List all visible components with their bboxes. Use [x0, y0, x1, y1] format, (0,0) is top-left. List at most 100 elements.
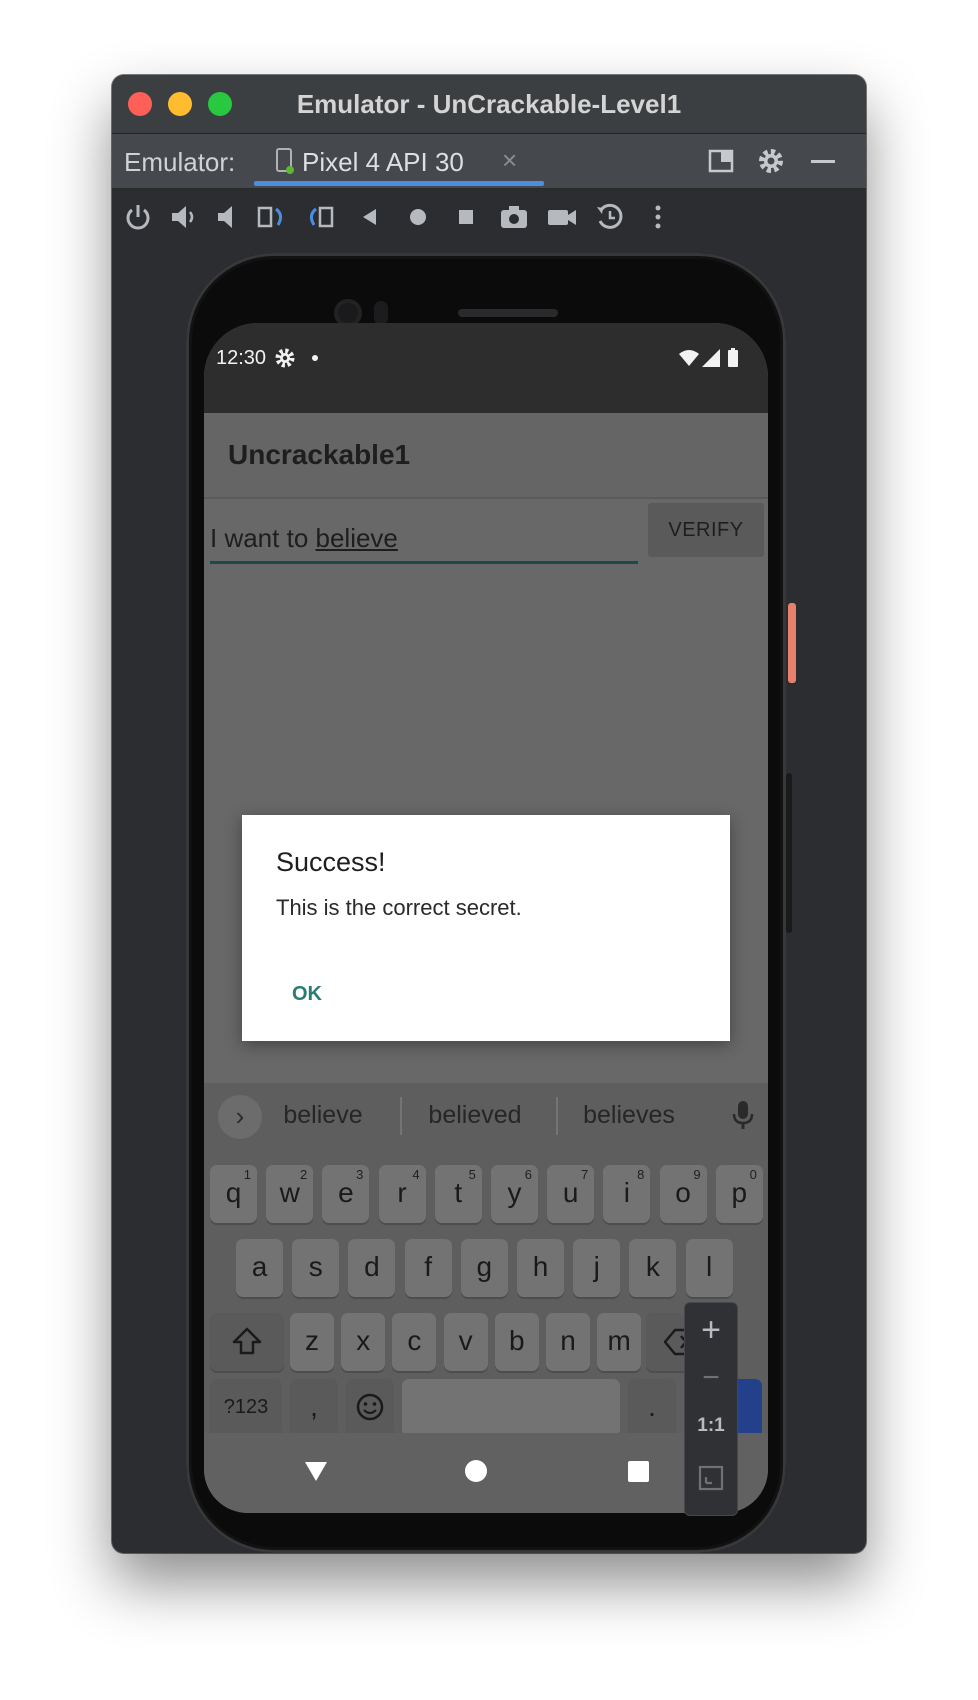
key-number-hint: 2 [299, 1167, 308, 1182]
notification-dot-icon [312, 355, 318, 361]
snapshot-icon[interactable] [594, 201, 626, 233]
shift-key[interactable] [210, 1313, 284, 1371]
comma-key[interactable]: , [290, 1379, 338, 1437]
key-s[interactable]: s [292, 1239, 340, 1297]
key-e[interactable]: e3 [322, 1165, 370, 1223]
suggestion-1[interactable]: believe [248, 1101, 398, 1130]
key-h[interactable]: h [517, 1239, 564, 1297]
emulator-label: Emulator: [124, 147, 236, 177]
key-z[interactable]: z [290, 1313, 334, 1371]
window-layout-icon[interactable] [706, 146, 736, 176]
key-k[interactable]: k [629, 1239, 677, 1297]
key-label: o [675, 1177, 691, 1208]
key-i[interactable]: i8 [603, 1165, 651, 1223]
key-label: y [507, 1177, 522, 1208]
secret-input[interactable]: I want to believe [210, 523, 398, 554]
more-icon[interactable] [642, 201, 674, 233]
input-text-prefix: I want to [210, 523, 316, 553]
suggestion-strip: › believe believed believes [204, 1083, 768, 1149]
tab-bar: Emulator: Pixel 4 API 30 × [112, 134, 866, 189]
minimize-panel-icon[interactable] [808, 146, 838, 176]
key-p[interactable]: p0 [715, 1165, 763, 1223]
key-number-hint: 4 [412, 1167, 420, 1182]
key-number-hint: 6 [524, 1167, 532, 1182]
tab-label: Pixel 4 API 30 [302, 147, 464, 177]
suggestion-2[interactable]: believed [400, 1101, 550, 1130]
rotate-right-icon[interactable] [304, 201, 336, 233]
gear-icon[interactable] [756, 146, 786, 176]
power-icon[interactable] [122, 201, 154, 233]
zoom-1-to-1-button[interactable]: 1:1 [685, 1415, 737, 1437]
zoom-out-button[interactable]: − [685, 1361, 737, 1395]
key-u[interactable]: u7 [547, 1165, 595, 1223]
key-number-hint: 7 [580, 1167, 589, 1182]
key-f[interactable]: f [404, 1239, 452, 1297]
key-label: u [562, 1177, 579, 1208]
tab-close-icon[interactable]: × [502, 145, 517, 176]
screen-record-icon[interactable] [546, 201, 578, 233]
app-bar: Uncrackable1 [204, 413, 768, 499]
tab-pixel-4-api-30[interactable]: Pixel 4 API 30 × [254, 134, 544, 188]
sensor [374, 301, 388, 325]
nav-home-icon[interactable] [462, 1457, 490, 1485]
verify-button[interactable]: VERIFY [648, 503, 764, 557]
key-y[interactable]: y6 [491, 1165, 538, 1223]
key-r[interactable]: r4 [378, 1165, 426, 1223]
app-title: Uncrackable1 [228, 439, 411, 470]
dialog-title: Success! [276, 847, 386, 877]
key-j[interactable]: j [573, 1239, 621, 1297]
key-t[interactable]: t5 [434, 1165, 482, 1223]
tab-active-indicator [254, 181, 544, 186]
period-key[interactable]: . [628, 1379, 676, 1437]
key-number-hint: 5 [468, 1167, 476, 1182]
key-q[interactable]: q1 [210, 1165, 257, 1223]
power-side-button[interactable] [788, 603, 796, 683]
zoom-in-button[interactable]: + [685, 1311, 737, 1350]
key-n[interactable]: n [546, 1313, 590, 1371]
status-bar: 12:30 [204, 323, 768, 413]
key-label: r [397, 1177, 407, 1208]
device-icon [276, 148, 294, 174]
microphone-icon[interactable] [730, 1099, 756, 1131]
symbols-key[interactable]: ?123 [210, 1379, 282, 1437]
suggestion-3[interactable]: believes [554, 1101, 704, 1130]
space-key[interactable] [402, 1379, 620, 1437]
key-c[interactable]: c [392, 1313, 437, 1371]
back-icon[interactable] [354, 201, 386, 233]
rotate-left-icon[interactable] [256, 201, 288, 233]
key-number-hint: 1 [243, 1167, 251, 1182]
input-text-composing: believe [315, 523, 398, 553]
key-g[interactable]: g [460, 1239, 508, 1297]
screenshot-icon[interactable] [498, 201, 530, 233]
volume-side-button[interactable] [786, 773, 792, 933]
volume-up-icon[interactable] [168, 201, 200, 233]
key-label: i [623, 1177, 630, 1208]
key-label: e [338, 1177, 354, 1208]
input-underline [210, 561, 638, 564]
title-bar: Emulator - UnCrackable-Level1 [112, 75, 866, 134]
key-v[interactable]: v [443, 1313, 488, 1371]
key-label: w [279, 1177, 300, 1208]
key-label: q [225, 1177, 242, 1208]
key-d[interactable]: d [348, 1239, 396, 1297]
overview-icon[interactable] [450, 201, 482, 233]
key-x[interactable]: x [341, 1313, 386, 1371]
key-w[interactable]: w2 [266, 1165, 314, 1223]
key-l[interactable]: l [685, 1239, 733, 1297]
key-a[interactable]: a [236, 1239, 283, 1297]
signal-icon [702, 349, 720, 367]
success-dialog: Success! This is the correct secret. OK [242, 815, 730, 1041]
home-icon[interactable] [402, 201, 434, 233]
volume-down-icon[interactable] [212, 201, 244, 233]
key-m[interactable]: m [597, 1313, 642, 1371]
emoji-key[interactable] [346, 1379, 394, 1437]
key-b[interactable]: b [494, 1313, 539, 1371]
wifi-icon [679, 350, 699, 366]
key-label: t [454, 1177, 463, 1208]
nav-back-icon[interactable] [302, 1457, 330, 1485]
dialog-ok-button[interactable]: OK [292, 983, 322, 1006]
nav-overview-icon[interactable] [624, 1457, 652, 1485]
key-o[interactable]: o9 [659, 1165, 707, 1223]
fit-screen-icon[interactable] [698, 1465, 724, 1491]
status-time: 12:30 [216, 347, 267, 369]
